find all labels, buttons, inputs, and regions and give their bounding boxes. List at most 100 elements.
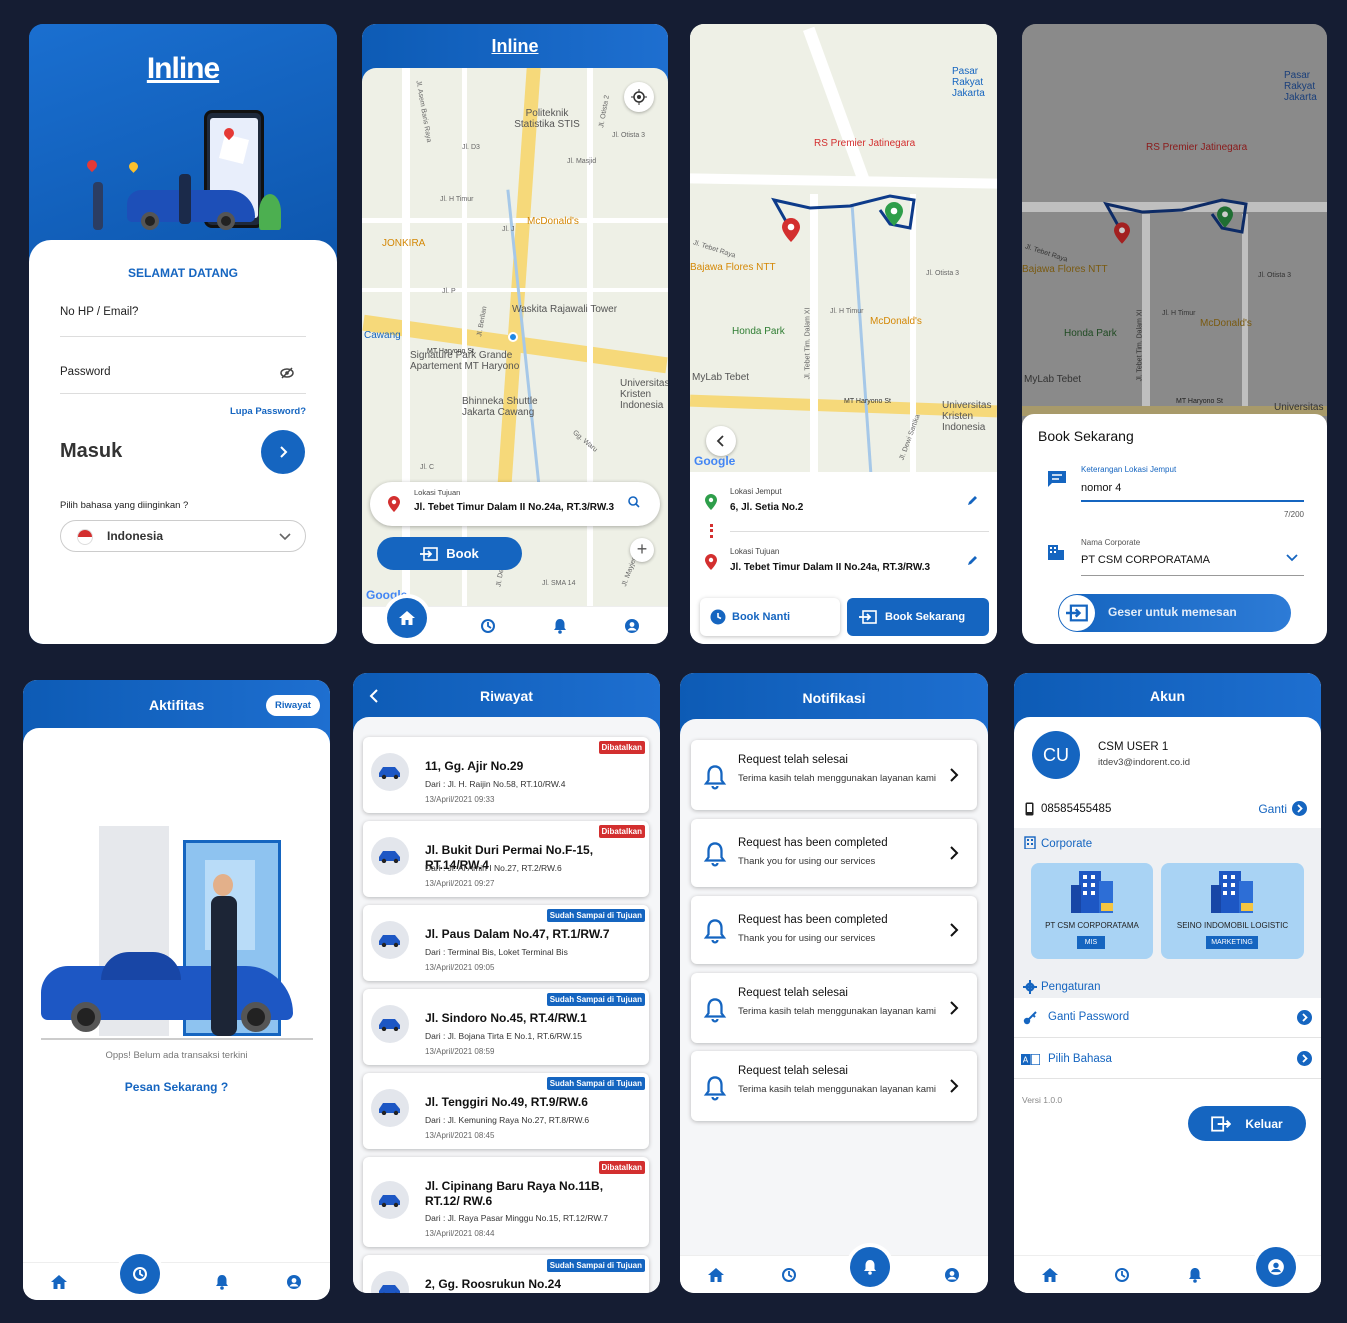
bell-outline-icon (703, 765, 727, 790)
chevron-down-icon (279, 533, 291, 541)
nav-history[interactable] (778, 1264, 800, 1286)
edit-pickup-icon[interactable] (967, 494, 979, 506)
location-pin-icon (388, 496, 400, 512)
nav-notifications[interactable] (850, 1246, 891, 1287)
key-icon (1023, 1011, 1037, 1025)
corporate-card[interactable]: SEINO INDOMOBIL LOGISTIC MARKETING (1161, 863, 1304, 959)
home-icon (708, 1267, 725, 1282)
history-item[interactable]: Dibatalkan 11, Gg. Ajir No.29 Dari : Jl.… (363, 737, 649, 813)
book-now-button[interactable]: Book Sekarang (847, 598, 989, 636)
history-origin: Dari : Jl. Kemuning Raya No.27, RT.8/RW.… (425, 1115, 590, 1125)
history-item[interactable]: Sudah Sampai di Tujuan Jl. Tenggiri No.4… (363, 1073, 649, 1149)
nav-notifications[interactable] (1184, 1264, 1206, 1286)
book-later-button[interactable]: Book Nanti (700, 598, 840, 636)
history-button[interactable]: Riwayat (266, 695, 320, 716)
map-view[interactable]: Pasar Rakyat Jakarta RS Premier Jatinega… (690, 24, 997, 472)
change-password-row[interactable]: Ganti Password (1014, 998, 1321, 1038)
login-button[interactable] (261, 430, 305, 474)
slider-handle[interactable] (1059, 595, 1095, 631)
user-icon (625, 618, 639, 633)
nav-home[interactable] (705, 1264, 727, 1286)
phone-email-field[interactable]: No HP / Email? (60, 306, 138, 318)
map-street-label: Jl. H Timur (440, 196, 474, 203)
corporate-select[interactable]: PT CSM CORPORATAMA (1081, 550, 1304, 576)
map-place-label: McDonald's (1200, 318, 1252, 329)
map-street-label: Jl. Tebet Raya (1024, 243, 1069, 264)
map-place-label: MyLab Tebet (692, 372, 750, 383)
nav-account[interactable] (1255, 1246, 1296, 1287)
back-button[interactable] (706, 426, 736, 456)
nav-home[interactable] (1039, 1264, 1061, 1286)
book-label: Book (446, 546, 479, 561)
my-location-button[interactable] (624, 82, 654, 112)
choose-language-row[interactable]: A Pilih Bahasa (1014, 1039, 1321, 1079)
note-label: Keterangan Lokasi Jemput (1081, 465, 1177, 474)
nav-home[interactable] (387, 597, 427, 638)
welcome-title: SELAMAT DATANG (128, 266, 238, 280)
nav-notifications[interactable] (211, 1271, 233, 1293)
welcome-illustration (79, 104, 299, 234)
notification-title: Request telah selesai (738, 754, 848, 766)
sheet-title: Book Sekarang (1038, 428, 1134, 444)
car-icon (371, 921, 409, 959)
phone-icon (1025, 802, 1034, 816)
swipe-to-order-slider[interactable]: Geser untuk memesan (1058, 594, 1291, 632)
note-icon (1048, 471, 1066, 487)
pickup-value: 6, Jl. Setia No.2 (730, 502, 804, 513)
car-icon (371, 1089, 409, 1127)
history-origin: Dari : Jl. Al Amin I No.27, RT.2/RW.6 (425, 863, 562, 873)
history-icon (1115, 1267, 1130, 1282)
zoom-in-button[interactable]: + (630, 538, 654, 562)
map-street-label: Jl. Otista 2 (598, 94, 611, 129)
nav-account[interactable] (621, 615, 643, 637)
nav-account[interactable] (283, 1271, 305, 1293)
history-item[interactable]: Dibatalkan Jl. Bukit Duri Permai No.F-15… (363, 821, 649, 897)
map-place-label: Politeknik Statistika STIS (514, 108, 580, 130)
history-item[interactable]: Sudah Sampai di Tujuan 2, Gg. Roosrukun … (363, 1255, 649, 1293)
nav-history[interactable] (477, 615, 499, 637)
eye-off-icon[interactable] (280, 366, 294, 379)
map-place-label: RS Premier Jatinegara (1146, 142, 1248, 153)
language-select[interactable]: Indonesia (60, 520, 306, 552)
map-place-label: Waskita Rajawali Tower (512, 304, 618, 315)
notification-item[interactable]: Request telah selesai Terima kasih telah… (691, 740, 977, 810)
history-item[interactable]: Sudah Sampai di Tujuan Jl. Sindoro No.45… (363, 989, 649, 1065)
nav-history[interactable] (1111, 1264, 1133, 1286)
history-origin: Dari : Terminal Bis, Loket Terminal Bis (425, 947, 568, 957)
history-item[interactable]: Dibatalkan Jl. Cipinang Baru Raya No.11B… (363, 1157, 649, 1247)
destination-card[interactable]: Lokasi Tujuan Jl. Tebet Timur Dalam II N… (370, 482, 660, 526)
pickup-label: Lokasi Jemput (730, 487, 782, 496)
notification-item[interactable]: Request has been completed Thank you for… (691, 896, 977, 964)
nav-history[interactable] (120, 1253, 161, 1294)
change-phone-button[interactable]: Ganti (1258, 801, 1307, 816)
notification-item[interactable]: Request telah selesai Terima kasih telah… (691, 973, 977, 1043)
map-place-label: McDonald's (870, 316, 922, 327)
history-item[interactable]: Sudah Sampai di Tujuan Jl. Paus Dalam No… (363, 905, 649, 981)
notification-item[interactable]: Request telah selesai Terima kasih telah… (691, 1051, 977, 1121)
status-badge: Dibatalkan (598, 1161, 645, 1174)
page-title: Akun (1150, 688, 1185, 704)
corporate-tag: MIS (1077, 936, 1105, 949)
chevron-right-circle-icon (1297, 1010, 1312, 1025)
chevron-right-circle-icon (1297, 1051, 1312, 1066)
corporate-card[interactable]: PT CSM CORPORATAMA MIS (1031, 863, 1153, 959)
nav-notifications[interactable] (549, 615, 571, 637)
password-field[interactable]: Password (60, 366, 111, 378)
nav-account[interactable] (941, 1264, 963, 1286)
search-icon[interactable] (628, 496, 640, 508)
map-place-label: Pasar Rakyat Jakarta (1284, 70, 1317, 103)
notification-item[interactable]: Request has been completed Thank you for… (691, 819, 977, 887)
nav-home[interactable] (48, 1271, 70, 1293)
note-input[interactable]: nomor 4 (1081, 478, 1304, 502)
map-place-label: Cawang (364, 330, 401, 341)
map-street-label: Jl. J (502, 226, 515, 233)
forgot-password-link[interactable]: Lupa Password? (230, 406, 306, 417)
order-now-link[interactable]: Pesan Sekarang ? (23, 1080, 330, 1094)
pickup-pin-icon (782, 218, 800, 242)
map-view[interactable]: Politeknik Statistika STIS McDonald's JO… (362, 68, 668, 608)
edit-destination-icon[interactable] (967, 554, 979, 566)
book-button[interactable]: Book (377, 537, 522, 570)
logout-button[interactable]: Keluar (1188, 1106, 1306, 1141)
phone-number: 08585455485 (1041, 803, 1112, 815)
booking-screen: Pasar Rakyat Jakarta RS Premier Jatinega… (1022, 24, 1327, 644)
